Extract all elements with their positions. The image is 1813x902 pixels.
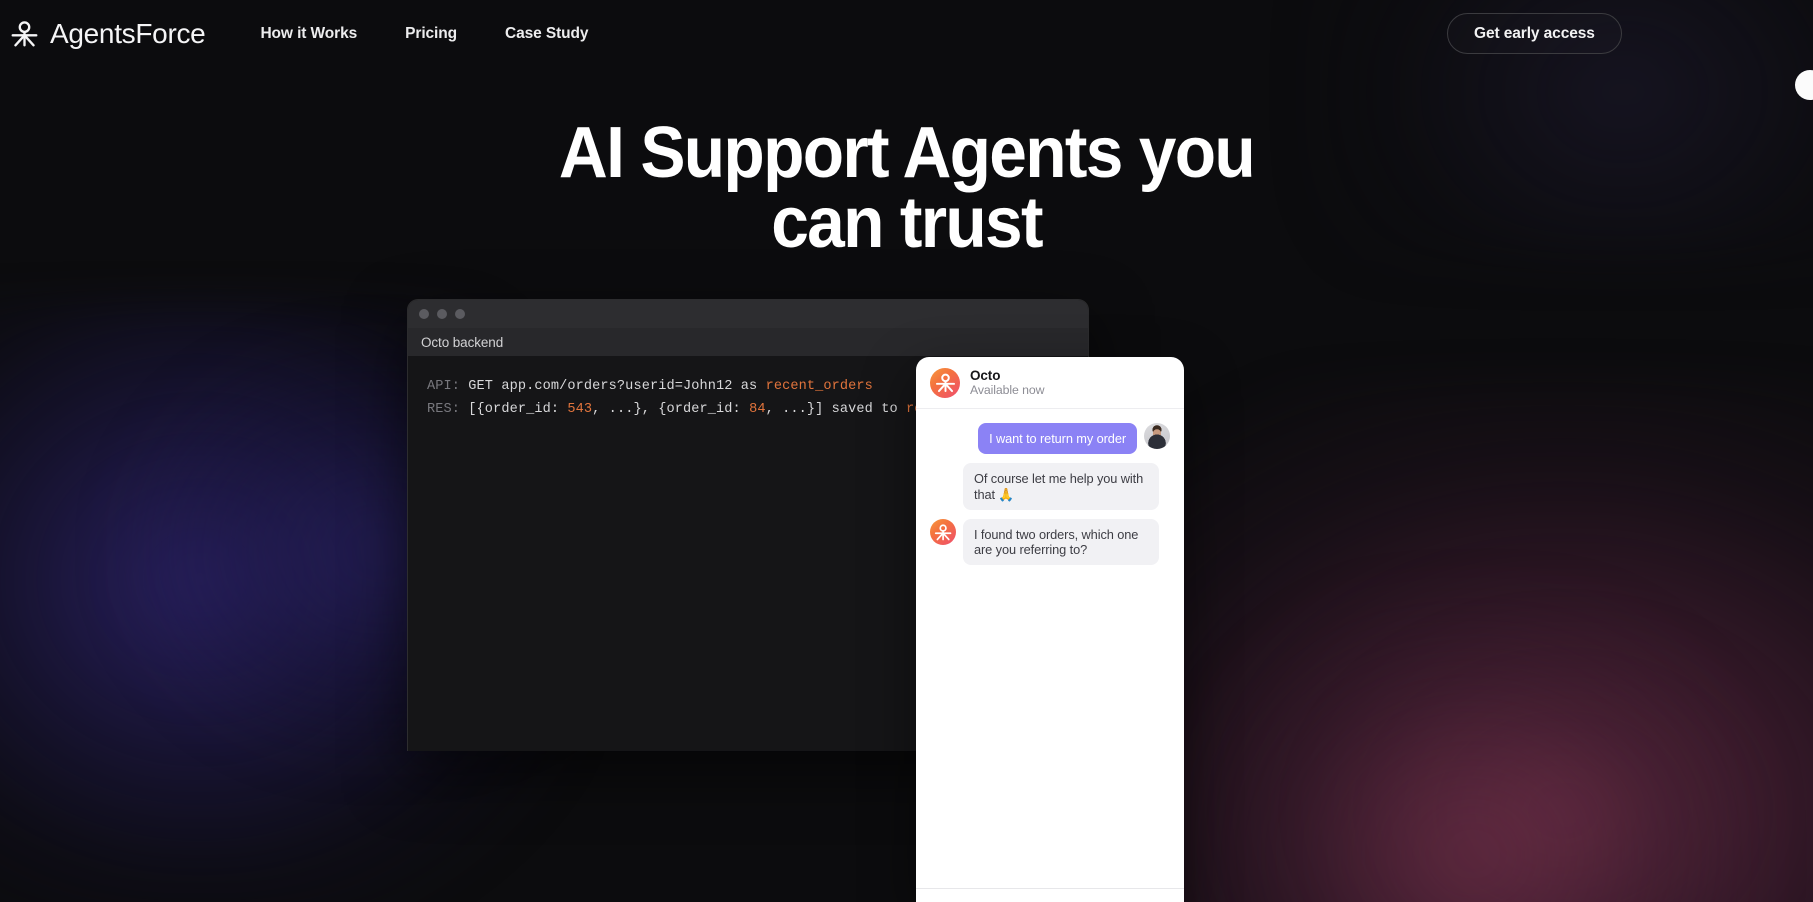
code-res-order-id-1: 543 (567, 401, 593, 417)
terminal-tabbar: Octo backend (408, 328, 1088, 356)
chat-message-user: I want to return my order (930, 423, 1170, 455)
chat-header: Octo Available now (916, 357, 1184, 409)
chat-agent-name: Octo (970, 367, 1001, 383)
site-header: AgentsForce How it Works Pricing Case St… (0, 0, 1813, 67)
code-res-order-id-2: 84 (749, 401, 766, 417)
window-maximize-dot[interactable] (455, 309, 465, 319)
avatar (930, 367, 960, 398)
landing-page: AgentsForce How it Works Pricing Case St… (0, 0, 1813, 902)
window-minimize-dot[interactable] (437, 309, 447, 319)
message-bubble: Of course let me help you with that 🙏 (963, 463, 1159, 510)
chat-message-bot-1: Of course let me help you with that 🙏 (930, 463, 1170, 510)
code-res-seg1: [{order_id: (460, 401, 568, 417)
code-res-seg3: , ...}] saved to (765, 401, 906, 417)
code-api-variable: recent_orders (765, 379, 873, 394)
chat-message-bot-2: I found two orders, which one are you re… (930, 518, 1170, 566)
chat-footer-divider (916, 888, 1184, 889)
brand-name: AgentsForce (50, 17, 206, 49)
floating-circle-decoration (1795, 70, 1813, 100)
code-api-text: GET app.com/orders?userid=John12 as (460, 379, 766, 394)
background-glow-maroon-inner (1193, 602, 1753, 902)
chat-widget: Octo Available now I want to return my o… (916, 357, 1184, 902)
hero-title-line-1: AI Support Agents you (558, 113, 1256, 193)
octo-avatar (930, 518, 956, 545)
octo-star-person-icon (934, 524, 952, 541)
avatar (930, 518, 956, 545)
hero-section: AI Support Agents you can trust (0, 117, 1813, 259)
main-nav: How it Works Pricing Case Study (260, 25, 588, 43)
window-close-dot[interactable] (419, 309, 429, 319)
chat-agent-identity: Octo Available now (970, 368, 1044, 398)
brand-logo[interactable]: AgentsForce (10, 17, 206, 49)
code-res-label: RES: (427, 401, 461, 417)
get-early-access-button[interactable]: Get early access (1447, 13, 1622, 54)
chat-message-list: I want to return my order Of course let … (916, 409, 1184, 566)
user-photo-avatar (1144, 423, 1170, 449)
page-title: AI Support Agents you can trust (54, 117, 1758, 259)
terminal-titlebar (408, 300, 1088, 328)
octo-star-person-icon (935, 373, 955, 393)
nav-item-case-study[interactable]: Case Study (505, 25, 589, 43)
message-bubble: I found two orders, which one are you re… (963, 518, 1159, 566)
message-bubble: I want to return my order (978, 423, 1137, 455)
tab-octo-backend[interactable]: Octo backend (421, 335, 503, 350)
nav-item-how-it-works[interactable]: How it Works (260, 25, 357, 43)
hero-title-line-2: can trust (771, 183, 1043, 263)
cta-wrapper: Get early access (1447, 13, 1622, 54)
code-api-label: API: (427, 379, 461, 394)
code-res-seg2: , ...}, {order_id: (592, 401, 750, 417)
octo-star-person-icon (11, 21, 38, 47)
nav-item-pricing[interactable]: Pricing (405, 25, 457, 43)
status-badge: Available now (970, 382, 1045, 397)
